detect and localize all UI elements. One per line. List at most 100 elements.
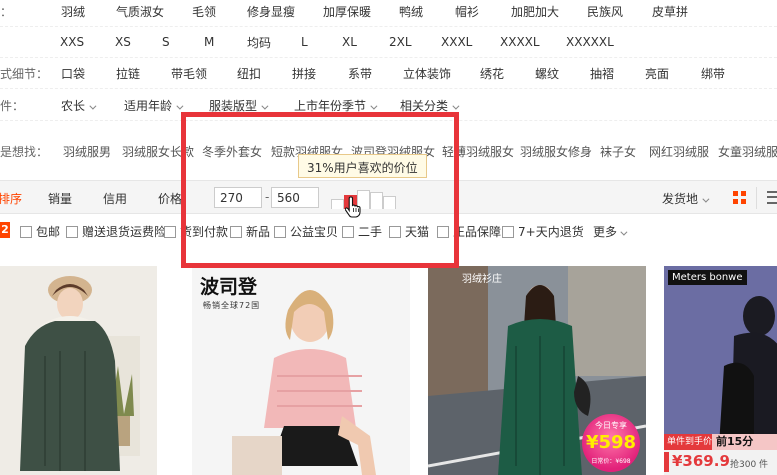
price-histogram-bar[interactable] [331,199,344,209]
size-option[interactable]: S [162,35,170,49]
detail-option[interactable]: 绑带 [701,65,725,82]
dropdown-filter[interactable]: 相关分类 [400,97,460,114]
related-search-tag[interactable]: 女童羽绒服 [718,143,777,160]
style-option[interactable]: 加厚保暖 [323,3,371,20]
detail-option[interactable]: 带毛领 [171,65,207,82]
size-option[interactable]: XXXXXL [566,35,614,49]
service-checkbox[interactable]: 正品保障 [437,223,501,240]
style-option[interactable]: 羽绒 [61,3,85,20]
product-image [0,266,157,475]
related-search-tag[interactable]: 冬季外套女 [202,143,262,160]
checkbox-box[interactable] [502,225,514,238]
more-filters-button[interactable]: 更多 [593,223,628,240]
detail-option[interactable]: 拉链 [116,65,140,82]
related-search-tag[interactable]: 羽绒服女修身 [520,143,592,160]
dropdown-filter[interactable]: 服装版型 [209,97,269,114]
related-search-tag[interactable]: 网红羽绒服 [649,143,709,160]
detail-option[interactable]: 抽褶 [590,65,614,82]
checkbox-box[interactable] [274,225,286,238]
checkbox-box[interactable] [437,225,449,238]
service-checkbox[interactable]: 二手 [342,223,382,240]
product-card[interactable] [0,266,157,475]
price-min-input[interactable] [214,187,262,208]
dropdown-filter[interactable]: 适用年龄 [124,97,184,114]
sort-sales[interactable]: 销量 [48,190,72,207]
style-option[interactable]: 气质淑女 [116,3,164,20]
style-option[interactable]: 加肥加大 [511,3,559,20]
size-option[interactable]: 2XL [389,35,412,49]
price-histogram[interactable] [331,187,396,209]
list-view-icon[interactable] [767,191,777,204]
related-search-tag[interactable]: 轻薄羽绒服女 [442,143,514,160]
size-option[interactable]: L [301,35,308,49]
size-option[interactable]: XXXXL [500,35,540,49]
service-checkbox[interactable]: 7+天内退货 [502,223,584,240]
dropdown-filter[interactable]: 农长 [61,97,97,114]
size-option[interactable]: XL [342,35,357,49]
brand-tagline: 畅销全球72国 [203,301,261,310]
promo-banner: 单件到手价 前15分 ¥369.9 抢300 件 [664,434,777,475]
detail-option[interactable]: 立体装饰 [403,65,451,82]
service-checkbox[interactable]: 天猫 [389,223,429,240]
price-histogram-bar[interactable] [383,196,396,209]
chevron-down-icon [370,102,378,110]
checkbox-box[interactable] [66,225,78,238]
style-option[interactable]: 修身显瘦 [247,3,295,20]
style-option[interactable]: 皮草拼 [652,3,688,20]
size-option[interactable]: M [204,35,214,49]
price-histogram-bar[interactable] [370,192,383,209]
ship-from-dropdown[interactable]: 发货地 [662,190,710,207]
checkbox-label: 公益宝贝 [290,225,339,239]
brand-logo: 羽绒衫庄 [462,274,502,285]
dropdown-filter[interactable]: 上市年份季节 [294,97,378,114]
service-checkbox[interactable]: 公益宝贝 [274,223,338,240]
style-option[interactable]: 毛领 [192,3,216,20]
checkbox-label: 二手 [358,225,383,239]
dropdown-filter-label-text: 上市年份季节 [294,98,367,113]
style-option[interactable]: 帽衫 [455,3,479,20]
related-search-tag[interactable]: 羽绒服男 [63,143,111,160]
grid-view-icon[interactable] [733,191,746,204]
style-option[interactable]: 鸭绒 [399,3,423,20]
detail-option[interactable]: 口袋 [61,65,85,82]
detail-option[interactable]: 拼接 [292,65,316,82]
sort-price[interactable]: 价格 [158,190,182,207]
service-checkbox[interactable]: 新品 [230,223,270,240]
checkbox-box[interactable] [389,225,401,238]
size-option[interactable]: XS [115,35,131,49]
promo-price: ¥369.9 [672,452,730,470]
checkbox-box[interactable] [230,225,242,238]
price-max-input[interactable] [271,187,319,208]
product-card[interactable]: 波司登 畅销全球72国 [192,266,410,475]
brand-logo: Meters bonwe [668,270,747,285]
checkbox-box[interactable] [342,225,354,238]
size-option[interactable]: XXXL [441,35,472,49]
style-option[interactable]: 民族风 [587,3,623,20]
dropdown-filter-label-text: 服装版型 [209,98,258,113]
price-tooltip: 31%用户喜欢的价位 [298,154,427,178]
size-option[interactable]: 均码 [247,34,271,51]
sort-default[interactable]: 排序 [0,190,22,207]
size-option[interactable]: XXS [60,35,84,49]
product-card[interactable]: 羽绒衫庄 今日专享 ¥598 日常价：¥698 [428,266,646,475]
price-range-separator: - [265,190,270,204]
related-search-tag[interactable]: 袜子女 [600,143,636,160]
chevron-down-icon [261,102,269,110]
checkbox-box[interactable] [20,225,32,238]
service-checkbox[interactable]: 赠送退货运费险 [66,223,166,240]
detail-option[interactable]: 螺纹 [535,65,559,82]
detail-option[interactable]: 纽扣 [237,65,261,82]
related-search-tag[interactable]: 羽绒服女长款 [122,143,194,160]
detail-option[interactable]: 绣花 [480,65,504,82]
promo-sub: 抢300 件 [730,460,769,470]
checkbox-label: 正品保障 [453,225,502,239]
detail-option[interactable]: 亮面 [645,65,669,82]
chevron-down-icon [89,102,97,110]
sort-credit[interactable]: 信用 [103,190,127,207]
service-checkbox[interactable]: 包邮 [20,223,60,240]
service-checkbox[interactable]: 货到付款 [164,223,228,240]
product-card[interactable]: Meters bonwe 单件到手价 前15分 ¥369.9 抢300 件 [664,266,777,475]
promo-tag-secondary: 前15分 [712,434,777,450]
checkbox-box[interactable] [164,225,176,238]
detail-option[interactable]: 系带 [348,65,372,82]
